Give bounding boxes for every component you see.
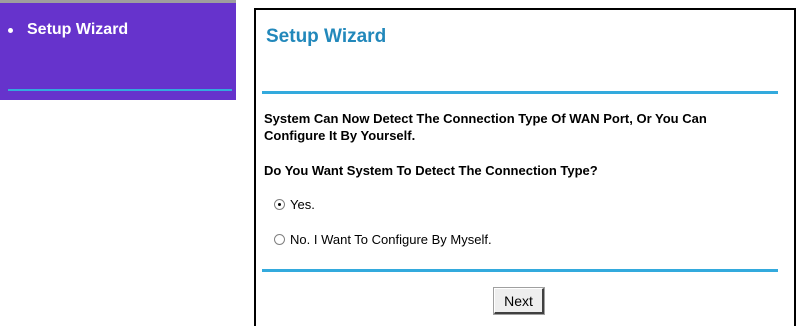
- bullet-icon: [8, 27, 13, 33]
- sidebar-divider: [8, 89, 232, 91]
- description-text: System Can Now Detect The Connection Typ…: [264, 111, 707, 143]
- bottom-divider: [262, 269, 778, 272]
- radio-label-yes: Yes.: [290, 197, 315, 212]
- radio-button-unchecked-icon[interactable]: [274, 234, 285, 245]
- sidebar: Setup Wizard: [0, 0, 236, 100]
- page-title: Setup Wizard: [266, 26, 387, 47]
- main-panel: Setup Wizard System Can Now Detect The C…: [254, 8, 796, 326]
- radio-option-no[interactable]: No. I Want To Configure By Myself.: [274, 232, 492, 247]
- radio-label-no: No. I Want To Configure By Myself.: [290, 232, 492, 247]
- sidebar-item-setup-wizard[interactable]: Setup Wizard: [8, 21, 128, 39]
- title-divider: [262, 91, 778, 94]
- next-button[interactable]: Next: [494, 288, 544, 314]
- sidebar-item-label: Setup Wizard: [27, 21, 129, 38]
- question-text: Do You Want System To Detect The Connect…: [264, 163, 598, 178]
- radio-button-checked-icon[interactable]: [274, 199, 285, 210]
- radio-option-yes[interactable]: Yes.: [274, 197, 315, 212]
